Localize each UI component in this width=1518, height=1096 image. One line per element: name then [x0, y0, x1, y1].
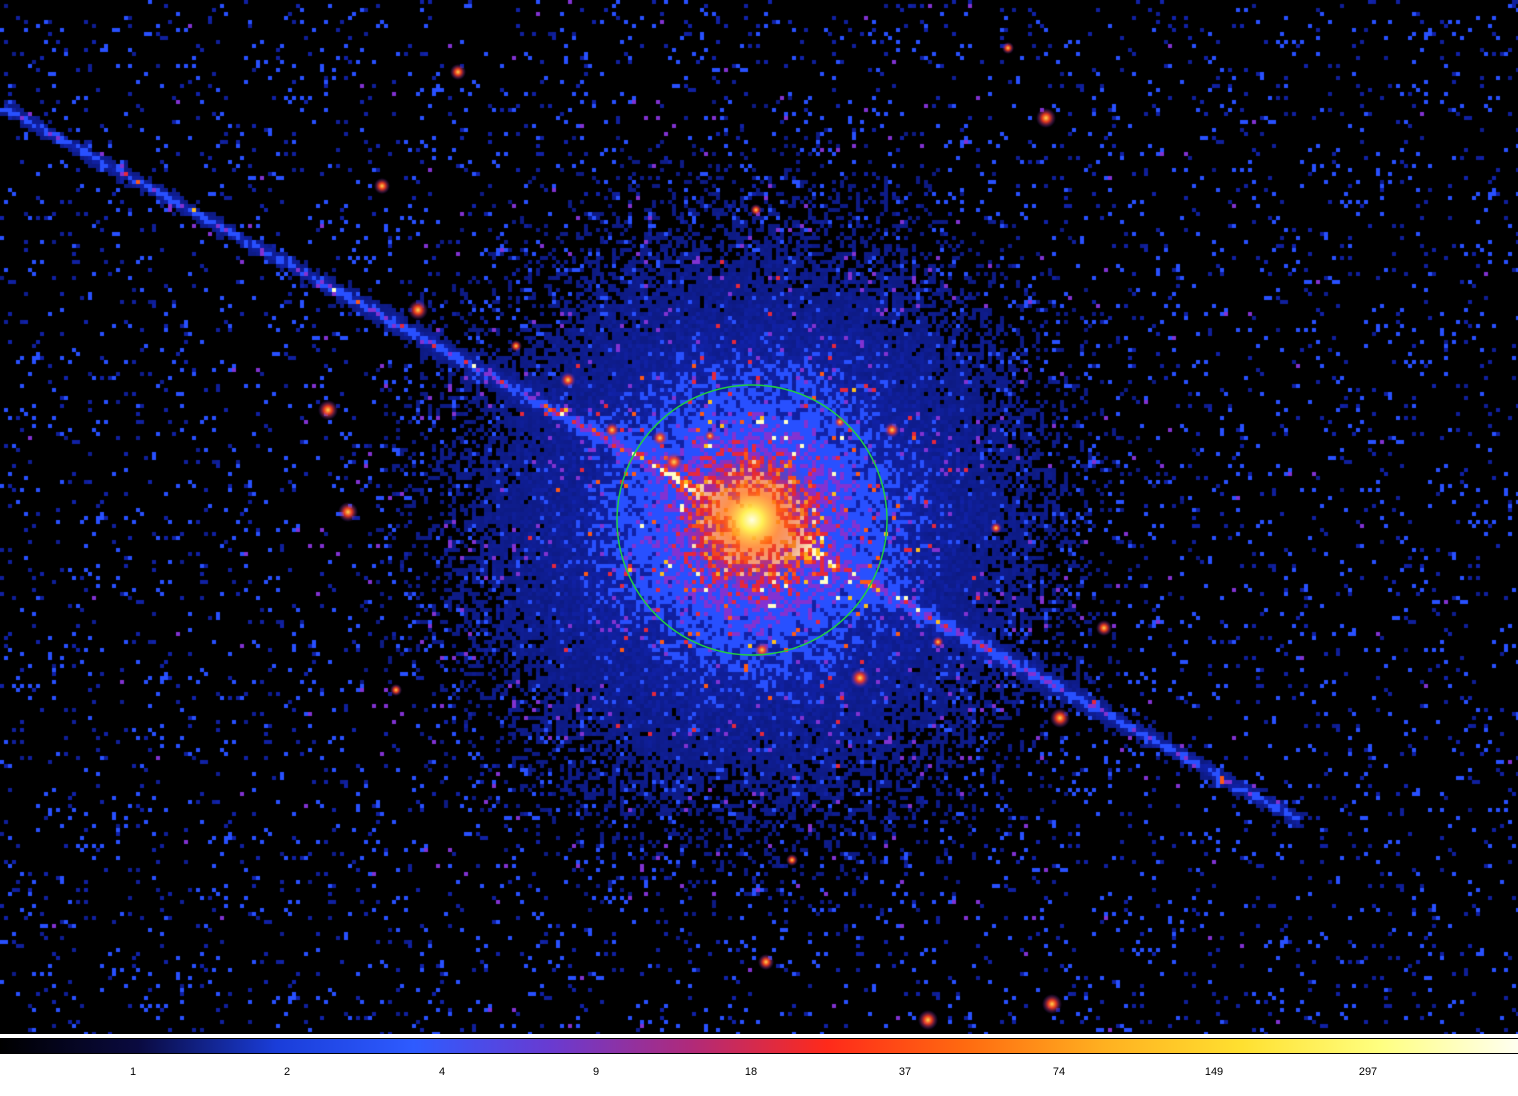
- image-viewer: 1 2 4 9 18 37 74 149 297: [0, 0, 1518, 1096]
- colorbar-tick-label: 1: [129, 1066, 137, 1078]
- colorbar[interactable]: [0, 1038, 1518, 1054]
- colorbar-tick-label: 297: [1358, 1066, 1378, 1078]
- colorbar-tick-label: 37: [898, 1066, 912, 1078]
- colorbar-tick-label: 2: [283, 1066, 291, 1078]
- colorbar-ticks: 1 2 4 9 18 37 74 149 297: [0, 1054, 1518, 1096]
- colorbar-tick-label: 18: [744, 1066, 758, 1078]
- colorbar-tick-label: 4: [438, 1066, 446, 1078]
- colorbar-tick-label: 9: [592, 1066, 600, 1078]
- colorbar-tick-label: 74: [1052, 1066, 1066, 1078]
- colorbar-panel: 1 2 4 9 18 37 74 149 297: [0, 1034, 1518, 1096]
- xray-image[interactable]: [0, 0, 1518, 1034]
- colorbar-tick-label: 149: [1204, 1066, 1224, 1078]
